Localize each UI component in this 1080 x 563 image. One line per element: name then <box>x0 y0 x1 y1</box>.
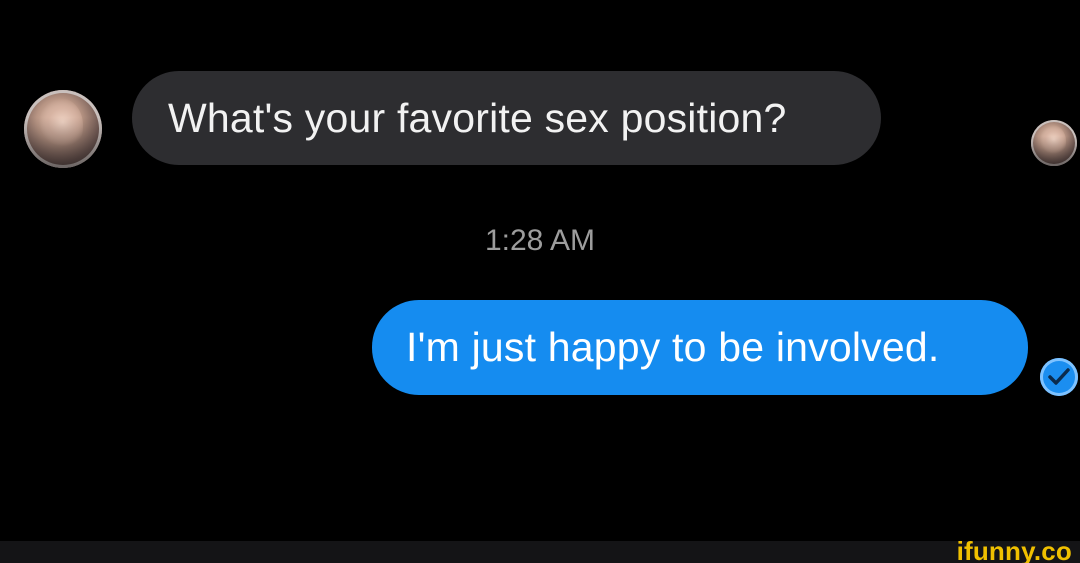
incoming-message-text: What's your favorite sex position? <box>168 94 787 141</box>
chat-screen: What's your favorite sex position? 1:28 … <box>0 0 1080 563</box>
message-timestamp: 1:28 AM <box>484 224 596 257</box>
footer-bar <box>0 541 1080 563</box>
outgoing-message-bubble[interactable]: I'm just happy to be involved. <box>372 300 1028 395</box>
read-receipt-avatar <box>1031 120 1077 166</box>
checkmark-icon <box>1048 368 1070 385</box>
sender-avatar[interactable] <box>24 90 102 168</box>
ifunny-watermark: ifunny.co <box>956 536 1072 563</box>
outgoing-message-text: I'm just happy to be involved. <box>406 324 940 370</box>
incoming-message-bubble[interactable]: What's your favorite sex position? <box>132 71 881 165</box>
check-circle-icon <box>1040 358 1078 396</box>
